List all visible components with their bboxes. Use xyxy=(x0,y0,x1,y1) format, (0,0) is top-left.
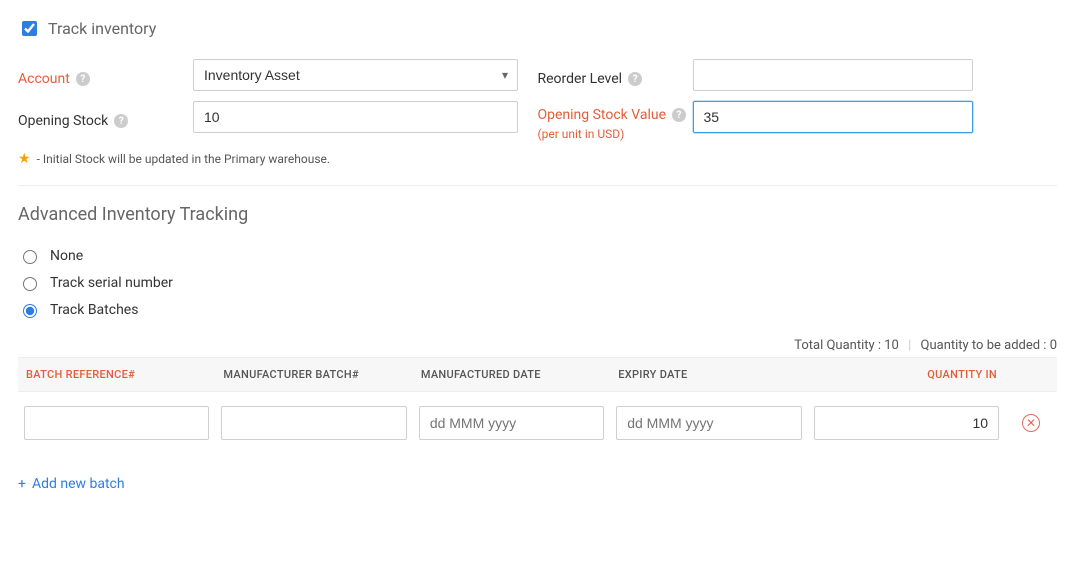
primary-warehouse-note: - Initial Stock will be updated in the P… xyxy=(37,152,330,166)
qty-to-add-value: 0 xyxy=(1050,338,1057,353)
opening-stock-value-label: Opening Stock Value xyxy=(538,107,667,123)
help-icon: ? xyxy=(628,72,642,86)
total-qty-label: Total Quantity : xyxy=(794,338,881,353)
qty-in-input[interactable] xyxy=(814,406,999,440)
mfg-batch-input[interactable] xyxy=(221,406,406,440)
star-icon: ★ xyxy=(18,151,31,167)
track-inventory-label: Track inventory xyxy=(48,19,156,38)
tracking-batches-radio[interactable] xyxy=(23,304,37,318)
expiry-date-input[interactable] xyxy=(616,406,801,440)
batch-ref-input[interactable] xyxy=(24,406,209,440)
opening-stock-input[interactable] xyxy=(193,101,518,133)
add-new-batch-label: Add new batch xyxy=(32,476,125,492)
tracking-none-label: None xyxy=(50,248,83,264)
reorder-level-label: Reorder Level xyxy=(538,71,623,87)
tracking-serial-radio[interactable] xyxy=(23,277,37,291)
reorder-level-input[interactable] xyxy=(693,59,973,91)
total-qty-value: 10 xyxy=(884,338,899,353)
help-icon: ? xyxy=(114,114,128,128)
mfg-date-input[interactable] xyxy=(419,406,604,440)
summary-separator: | xyxy=(908,338,911,353)
tracking-serial-label: Track serial number xyxy=(50,275,173,291)
opening-stock-value-subnote: (per unit in USD) xyxy=(538,127,693,141)
col-expiry: EXPIRY DATE xyxy=(610,358,807,392)
opening-stock-value-input[interactable] xyxy=(693,101,973,133)
col-qty-in: QUANTITY IN xyxy=(808,358,1005,392)
account-select[interactable] xyxy=(193,59,518,91)
help-icon: ? xyxy=(76,72,90,86)
advanced-section-title: Advanced Inventory Tracking xyxy=(18,204,1057,225)
track-inventory-checkbox[interactable] xyxy=(22,21,37,36)
col-batch-ref: BATCH REFERENCE# xyxy=(18,358,215,392)
qty-to-add-label: Quantity to be added : xyxy=(921,338,1047,353)
divider xyxy=(18,185,1057,186)
tracking-none-radio[interactable] xyxy=(23,250,37,264)
batch-row: ✕ xyxy=(18,392,1057,455)
col-mfg-batch: MANUFACTURER BATCH# xyxy=(215,358,412,392)
opening-stock-label: Opening Stock xyxy=(18,113,108,129)
col-mfg-date: MANUFACTURED DATE xyxy=(413,358,610,392)
plus-icon: + xyxy=(18,476,26,492)
remove-row-button[interactable]: ✕ xyxy=(1022,414,1040,432)
help-icon: ? xyxy=(672,108,686,122)
tracking-batches-label: Track Batches xyxy=(50,302,138,318)
add-new-batch-link[interactable]: + Add new batch xyxy=(18,476,125,492)
account-label: Account xyxy=(18,71,70,87)
